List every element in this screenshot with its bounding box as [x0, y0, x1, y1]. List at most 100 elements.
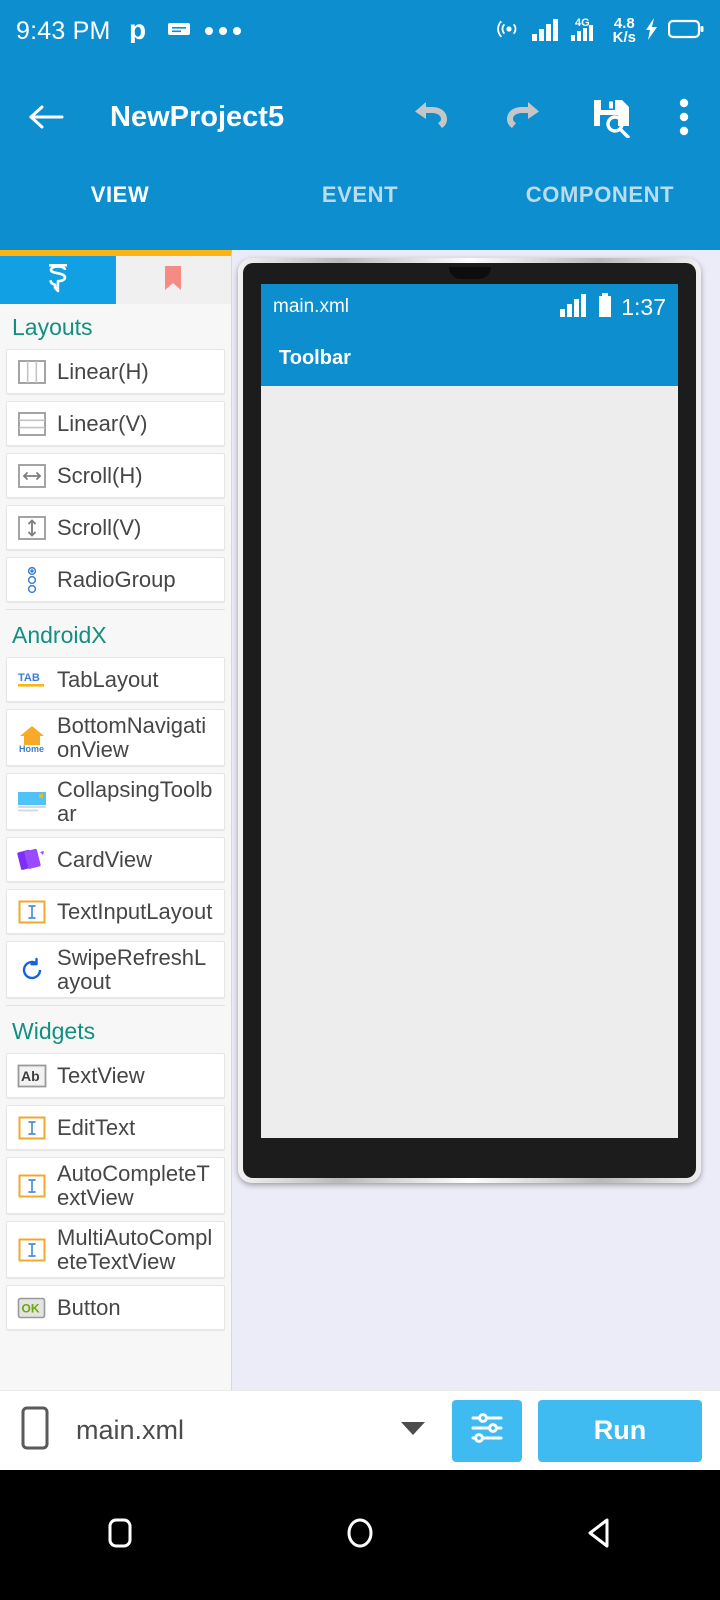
bookmark-icon [163, 264, 183, 297]
autocomplete-text-view-icon [15, 1173, 49, 1199]
palette-item-collapsingtoolbar[interactable]: CollapsingToolbar [6, 773, 225, 831]
radio-group-icon [15, 566, 49, 594]
palette-item-label: TextInputLayout [57, 898, 213, 924]
palette-item-label: RadioGroup [57, 566, 176, 592]
main-tab-bar: VIEW EVENT COMPONENT [0, 172, 720, 250]
save-icon[interactable] [590, 96, 632, 138]
svg-text:p: p [129, 15, 146, 43]
redo-icon[interactable] [500, 97, 544, 137]
palette-item-cardview[interactable]: CardView [6, 837, 225, 883]
palette-item-scroll-v[interactable]: Scroll(V) [6, 505, 225, 550]
palette-item-swiperefreshlayout[interactable]: SwipeRefreshLayout [6, 941, 225, 999]
bottom-navigation-icon: Home [15, 723, 49, 753]
text-view-icon: Ab [15, 1063, 49, 1089]
palette-item-button[interactable]: OK Button [6, 1285, 225, 1331]
layout-preview-area[interactable]: main.xml 1:37 Toolbar [232, 250, 720, 1390]
palette-item-label: BottomNavigationView [57, 713, 207, 762]
phone-speaker [448, 267, 491, 279]
status-right-icons: 4G 4.8 K/s [496, 15, 704, 48]
palette-item-label: Button [57, 1295, 121, 1321]
home-nav-button[interactable] [300, 1470, 420, 1600]
run-button[interactable]: Run [538, 1399, 702, 1462]
preview-battery-icon [597, 292, 613, 322]
palette-item-textinputlayout[interactable]: TextInputLayout [6, 889, 225, 935]
network-speed: 4.8 K/s [612, 16, 636, 46]
palette-item-textview[interactable]: Ab TextView [6, 1053, 225, 1099]
page-title: NewProject5 [110, 100, 285, 133]
palette-tab-widgets[interactable] [0, 256, 116, 304]
tab-event[interactable]: EVENT [240, 172, 480, 208]
preview-toolbar-title: Toolbar [279, 346, 351, 369]
palette-item-label: Scroll(H) [57, 462, 143, 488]
preview-content-area[interactable] [261, 386, 678, 1138]
preview-toolbar[interactable]: Toolbar [261, 330, 678, 386]
battery-icon [667, 19, 704, 44]
selected-file-name: main.xml [76, 1415, 185, 1445]
toolbar-actions [410, 96, 694, 138]
palette-item-label: Linear(V) [57, 410, 148, 436]
palette-item-label: CardView [57, 846, 152, 872]
palette-item-linear-v[interactable]: Linear(V) [6, 401, 225, 446]
palette-tab-favorites[interactable] [115, 256, 231, 304]
text-input-layout-icon [15, 899, 49, 925]
phonepe-icon: p [129, 14, 153, 48]
phone-bezel: main.xml 1:37 Toolbar [243, 263, 696, 1178]
phone-screen[interactable]: main.xml 1:37 Toolbar [261, 284, 678, 1138]
arrow-back-icon[interactable] [26, 102, 66, 132]
palette-item-label: AutoCompleteTextView [57, 1161, 210, 1210]
undo-icon[interactable] [410, 97, 454, 137]
preview-file-name: main.xml [273, 296, 350, 317]
palette-item-label: Linear(H) [57, 358, 149, 384]
tab-view[interactable]: VIEW [0, 172, 240, 208]
status-clock: 9:43 PM [16, 16, 111, 45]
svg-text:OK: OK [22, 1301, 40, 1315]
bottom-action-bar: main.xml Run [0, 1390, 720, 1470]
more-dots-icon [204, 27, 241, 35]
network-speed-unit: K/s [612, 29, 636, 46]
signal-sim1-icon [531, 16, 561, 47]
tab-component[interactable]: COMPONENT [480, 172, 720, 208]
palette-item-label: EditText [57, 1114, 136, 1140]
overflow-menu-icon[interactable] [678, 97, 690, 137]
signal-4g-icon: 4G [570, 15, 604, 48]
palette-item-edittext[interactable]: EditText [6, 1105, 225, 1151]
message-icon [167, 20, 191, 43]
button-icon: OK [15, 1295, 49, 1321]
linear-horizontal-icon [15, 359, 49, 385]
back-nav-button[interactable] [540, 1470, 660, 1600]
palette-item-radiogroup[interactable]: RadioGroup [6, 557, 225, 602]
palette-item-label: Scroll(V) [57, 514, 142, 540]
os-status-bar: 9:43 PM p 4G 4.8 K/s [0, 0, 720, 62]
palette-item-list[interactable]: Layouts Linear(H) Linear(V) Scroll(H) Sc… [0, 304, 231, 1390]
scroll-vertical-icon [15, 515, 49, 541]
palette-item-bottomnavigationview[interactable]: Home BottomNavigationView [6, 709, 225, 767]
phone-frame: main.xml 1:37 Toolbar [238, 258, 701, 1183]
svg-text:TAB: TAB [18, 672, 40, 684]
phone-icon [18, 1404, 52, 1457]
app-toolbar: NewProject5 [0, 62, 720, 172]
palette-item-label: TabLayout [57, 666, 159, 692]
run-button-label: Run [593, 1415, 647, 1445]
sliders-icon [468, 1409, 506, 1452]
swipe-refresh-icon [15, 956, 49, 984]
widget-palette: Layouts Linear(H) Linear(V) Scroll(H) Sc… [0, 250, 232, 1390]
file-selector[interactable]: main.xml [18, 1404, 452, 1457]
card-view-icon [15, 846, 49, 874]
status-left-icons: p [129, 14, 241, 48]
layout-settings-button[interactable] [452, 1399, 522, 1462]
palette-item-label: MultiAutoCompleteTextView [57, 1225, 213, 1274]
preview-status-icons: 1:37 [559, 292, 666, 322]
palette-group-title: Widgets [6, 1005, 225, 1053]
palette-item-linear-h[interactable]: Linear(H) [6, 349, 225, 394]
charging-icon [645, 17, 659, 45]
palette-item-tablayout[interactable]: TAB TabLayout [6, 657, 225, 702]
triangle-back-icon [582, 1515, 618, 1556]
palette-item-label: CollapsingToolbar [57, 777, 213, 826]
android-nav-bar [0, 1470, 720, 1600]
palette-item-scroll-h[interactable]: Scroll(H) [6, 453, 225, 498]
chevron-down-icon[interactable] [400, 1420, 426, 1441]
palette-item-multiautocompletetextview[interactable]: MultiAutoCompleteTextView [6, 1221, 225, 1279]
svg-text:Ab: Ab [21, 1068, 40, 1084]
palette-item-autocompletetextview[interactable]: AutoCompleteTextView [6, 1157, 225, 1215]
recents-nav-button[interactable] [60, 1470, 180, 1600]
